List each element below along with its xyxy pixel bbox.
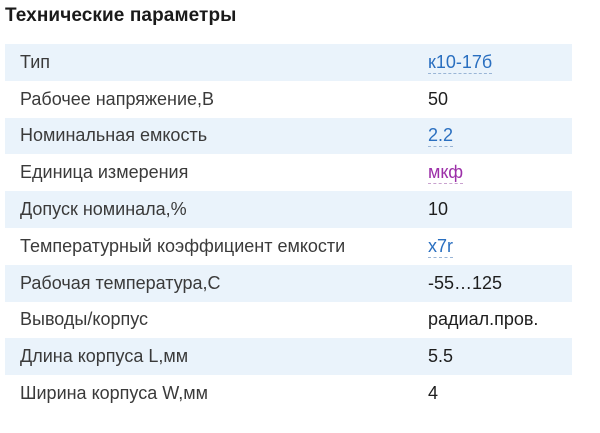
param-value-type-link[interactable]: к10-17б [428, 51, 493, 74]
table-row: Единица измерения мкф [5, 154, 572, 192]
param-value-leads-package: радиал.пров. [428, 309, 539, 330]
param-label-leads-package: Выводы/корпус [20, 309, 149, 330]
param-value-capacitance-link[interactable]: 2.2 [428, 125, 454, 148]
table-row: Допуск номинала,% 10 [5, 191, 572, 228]
param-value-body-width: 4 [428, 383, 439, 404]
param-value-voltage: 50 [428, 88, 449, 109]
param-value-unit-link[interactable]: мкф [428, 162, 464, 185]
table-row: Температурный коэффициент емкости x7r [5, 227, 572, 265]
table-row: Номинальная емкость 2.2 [5, 117, 572, 155]
param-label-body-length: Длина корпуса L,мм [20, 346, 189, 367]
table-row: Выводы/корпус радиал.пров. [5, 301, 572, 339]
section-title: Технические параметры [5, 5, 237, 26]
param-label-temp-coefficient: Температурный коэффициент емкости [20, 235, 346, 256]
param-value-tolerance: 10 [428, 199, 449, 220]
param-label-capacitance: Номинальная емкость [20, 125, 208, 146]
table-row: Ширина корпуса W,мм 4 [5, 375, 572, 412]
param-value-body-length: 5.5 [428, 346, 454, 367]
param-value-temp-coefficient-link[interactable]: x7r [428, 235, 454, 258]
param-label-operating-temp: Рабочая температура,С [20, 272, 221, 293]
param-label-type: Тип [20, 51, 51, 72]
param-label-body-width: Ширина корпуса W,мм [20, 383, 208, 404]
param-label-tolerance: Допуск номинала,% [20, 199, 187, 220]
table-row: Рабочее напряжение,В 50 [5, 80, 572, 118]
table-row: Длина корпуса L,мм 5.5 [5, 338, 572, 376]
param-value-operating-temp: -55…125 [428, 272, 503, 293]
table-row: Рабочая температура,С -55…125 [5, 264, 572, 302]
parameters-table: Тип к10-17б Рабочее напряжение,В 50 Номи… [5, 44, 572, 412]
param-label-unit: Единица измерения [20, 162, 189, 183]
table-row: Тип к10-17б [5, 44, 572, 81]
param-label-voltage: Рабочее напряжение,В [20, 88, 215, 109]
